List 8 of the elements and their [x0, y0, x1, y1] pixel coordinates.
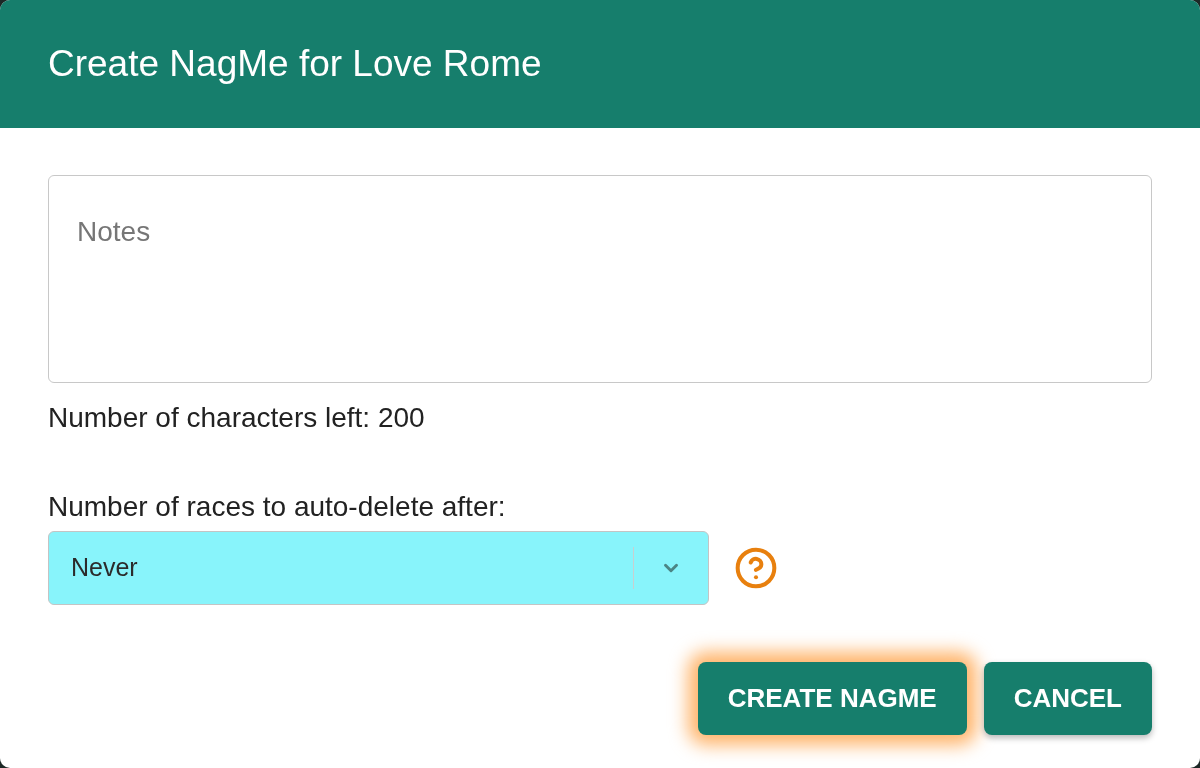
- create-button[interactable]: CREATE NAGME: [697, 662, 967, 735]
- cancel-button[interactable]: CANCEL: [983, 662, 1152, 735]
- auto-delete-label: Number of races to auto-delete after:: [48, 490, 506, 524]
- help-icon[interactable]: [734, 546, 778, 590]
- dialog-title: Create NagMe for Love Rome: [48, 42, 542, 86]
- notes-field[interactable]: Notes: [48, 175, 1152, 383]
- characters-left-text: Number of characters left: 200: [48, 401, 425, 435]
- auto-delete-select[interactable]: Never: [48, 531, 709, 605]
